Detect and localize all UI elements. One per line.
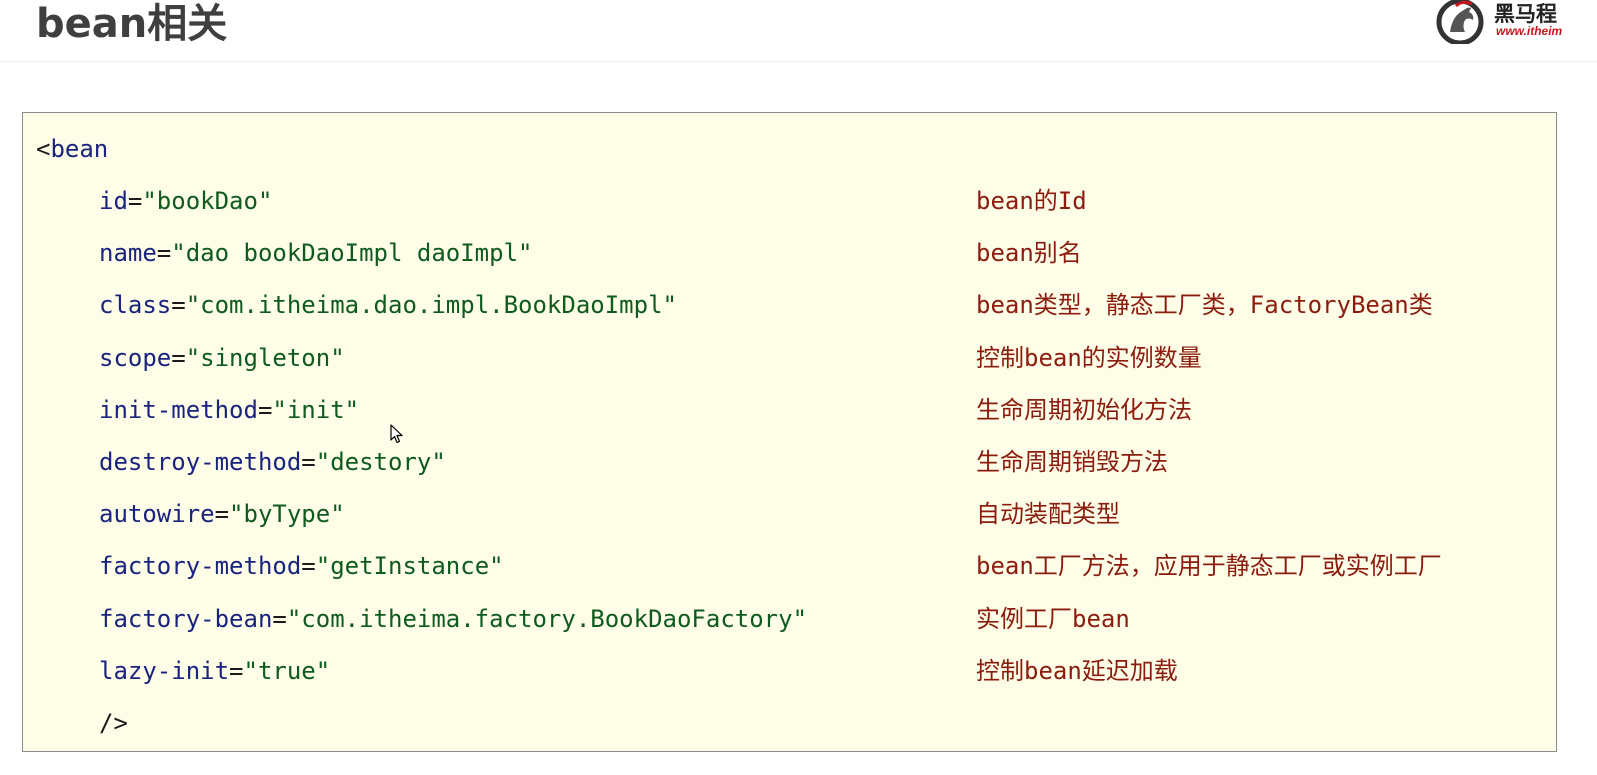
attribute-value: "byType"	[229, 500, 345, 528]
attribute-name: destroy-method	[99, 448, 302, 476]
attribute-comment: 自动装配类型	[976, 500, 1120, 528]
attribute-value: "singleton"	[185, 344, 345, 372]
attribute-autowire: autowire="byType"	[99, 494, 345, 534]
attribute-name: name="dao bookDaoImpl daoImpl"	[99, 233, 532, 273]
attribute-comment: bean的Id	[976, 187, 1087, 215]
attribute-destroy-method: destroy-method="destory"	[99, 442, 446, 482]
equals-sign: =	[272, 605, 287, 633]
equals-sign: =	[156, 239, 172, 267]
attribute-comment: bean工厂方法，应用于静态工厂或实例工厂	[976, 552, 1442, 580]
attribute-value: "com.itheima.factory.BookDaoFactory"	[286, 605, 808, 633]
brand-name: 黑马程	[1494, 2, 1557, 26]
equals-sign: =	[127, 187, 143, 215]
attribute-name: scope	[99, 344, 172, 372]
bean-open-tag: <bean	[36, 129, 108, 169]
attribute-value: "dao bookDaoImpl daoImpl"	[171, 239, 533, 267]
attribute-value: "init"	[272, 396, 360, 424]
mouse-pointer-icon	[390, 424, 403, 444]
page-title: bean相关	[36, 1, 228, 47]
attribute-name: init-method	[99, 396, 258, 424]
equals-sign: =	[229, 657, 244, 685]
equals-sign: =	[301, 552, 316, 580]
attribute-class: class="com.itheima.dao.impl.BookDaoImpl"	[99, 285, 677, 325]
attribute-value: "getInstance"	[315, 552, 504, 580]
attribute-name: class	[99, 291, 172, 319]
code-block: <bean id="bookDao" bean的Id name="dao bookD…	[22, 112, 1557, 752]
attribute-comment: 实例工厂bean	[976, 605, 1130, 633]
brand-logo: 黑马程 www.itheim	[1436, 0, 1597, 44]
brand-url: www.itheim	[1496, 24, 1563, 38]
equals-sign: =	[214, 500, 230, 528]
horse-logo-icon	[1436, 0, 1484, 44]
attribute-comment: bean别名	[976, 239, 1082, 267]
attribute-init-method: init-method="init"	[99, 390, 359, 430]
equals-sign: =	[257, 396, 273, 424]
equals-sign: =	[171, 344, 186, 372]
open-bracket: <	[36, 135, 51, 163]
attribute-comment: 控制bean延迟加载	[976, 657, 1178, 685]
attribute-name: autowire	[99, 500, 215, 528]
attribute-comment: bean类型，静态工厂类，FactoryBean类	[976, 291, 1433, 319]
equals-sign: =	[301, 448, 316, 476]
attribute-name: id	[99, 187, 128, 215]
attribute-name: lazy-init	[99, 657, 230, 685]
attribute-factory-method: factory-method="getInstance"	[99, 546, 504, 586]
attribute-value: "com.itheima.dao.impl.BookDaoImpl"	[185, 291, 677, 319]
attribute-comment: 生命周期销毁方法	[976, 448, 1168, 476]
tag-name: bean	[50, 135, 109, 163]
attribute-name: factory-bean	[99, 605, 273, 633]
attribute-comment: 生命周期初始化方法	[976, 396, 1192, 424]
bean-close-tag: />	[99, 709, 128, 737]
attribute-factory-bean: factory-bean="com.itheima.factory.BookDa…	[99, 599, 807, 639]
attribute-name: factory-method	[99, 552, 302, 580]
title-divider	[0, 61, 1597, 62]
attribute-comment: 控制bean的实例数量	[976, 344, 1202, 372]
attribute-id: id="bookDao"	[99, 181, 272, 221]
equals-sign: =	[171, 291, 186, 319]
attribute-scope: scope="singleton"	[99, 338, 345, 378]
attribute-value: "destory"	[315, 448, 446, 476]
attribute-name: name	[99, 239, 157, 267]
attribute-value: "bookDao"	[142, 187, 273, 215]
attribute-value: "true"	[243, 657, 331, 685]
attribute-lazy-init: lazy-init="true"	[99, 651, 330, 691]
